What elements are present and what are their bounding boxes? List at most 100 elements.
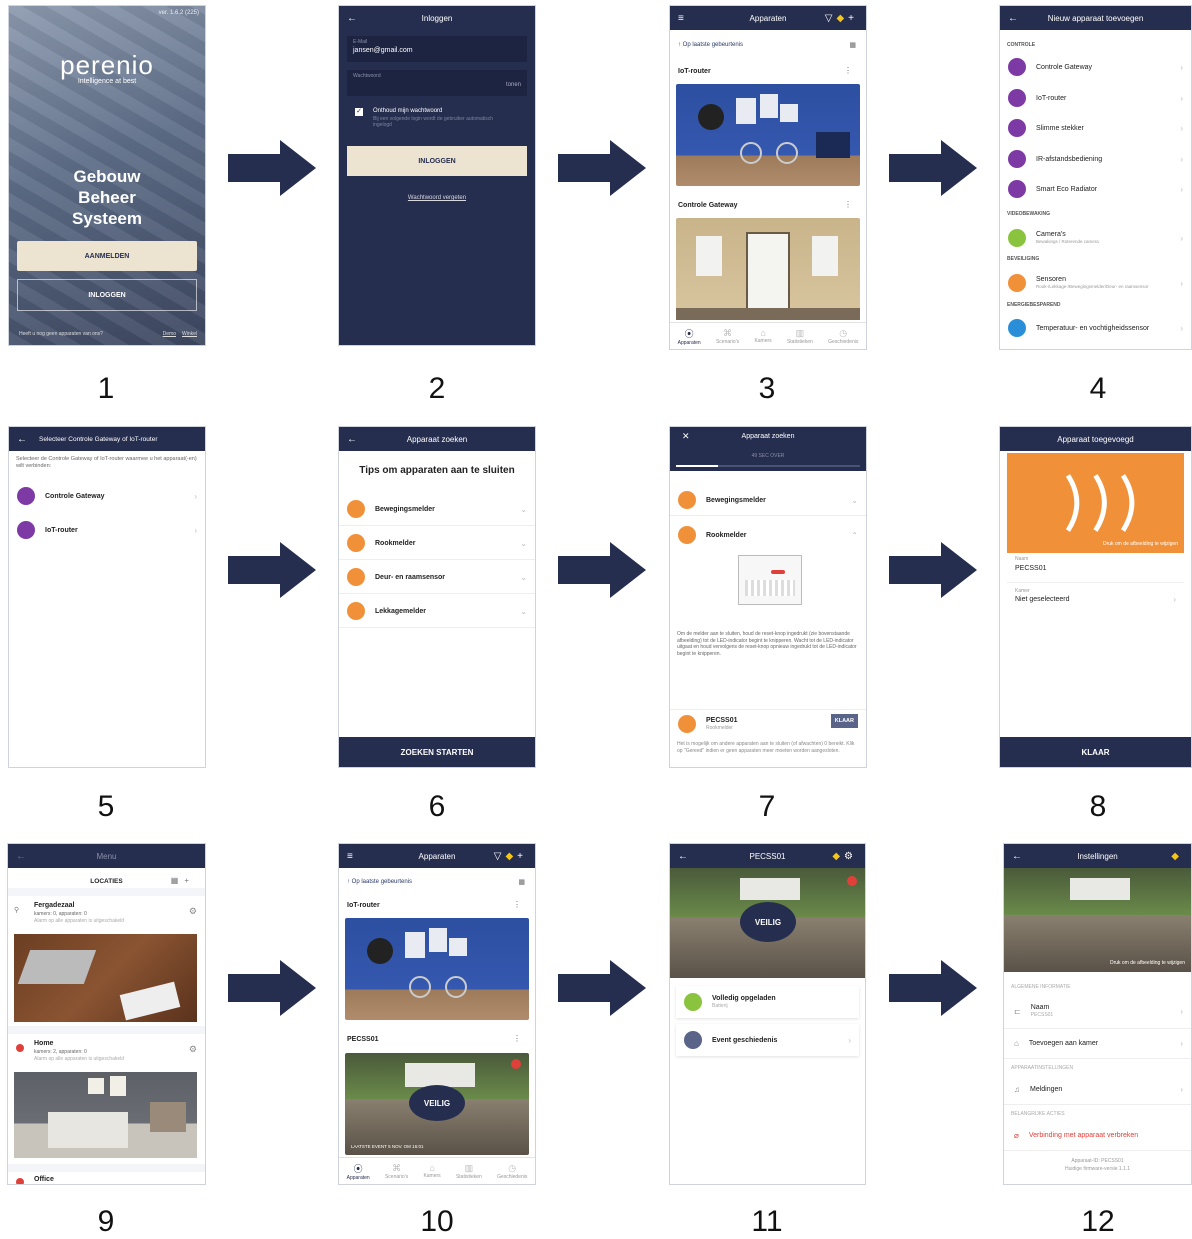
login-button[interactable]: INLOGGEN bbox=[17, 279, 197, 311]
event-history[interactable]: Event geschiedenis › bbox=[676, 1024, 859, 1056]
gear-icon[interactable]: ⚙ bbox=[189, 906, 197, 917]
kebab-icon[interactable]: ⋮ bbox=[844, 200, 852, 209]
header-actions[interactable]: ▽◆+ bbox=[825, 13, 858, 24]
forgot-password-link[interactable]: Wachtwoord vergeten bbox=[339, 195, 535, 201]
shop-link[interactable]: Winkel bbox=[182, 331, 197, 337]
flow-arrow bbox=[889, 140, 977, 196]
device-photo[interactable]: Druk om de afbeelding te wijzigen bbox=[1004, 868, 1191, 972]
header-actions[interactable]: ▦+ bbox=[171, 876, 195, 885]
back-icon[interactable]: ← bbox=[16, 851, 26, 862]
add-iot-router[interactable]: IoT-router › bbox=[1000, 83, 1191, 113]
step-number: 2 bbox=[428, 372, 446, 405]
disconnect-device[interactable]: ⌀ Verbinding met apparaat verbreken bbox=[1004, 1120, 1191, 1151]
room-icon: ⌂ bbox=[1014, 1038, 1019, 1048]
back-icon[interactable]: ← bbox=[347, 13, 357, 24]
name-setting[interactable]: ⊏ Naam PECSS01 › bbox=[1004, 994, 1191, 1029]
select-controle-gateway[interactable]: Controle Gateway › bbox=[9, 481, 205, 511]
screen-login: ← Inloggen E-Mail jansen@gmail.com Wachtw… bbox=[338, 5, 536, 346]
signup-button[interactable]: AANMELDEN bbox=[17, 241, 197, 271]
tab-rooms[interactable]: ⌂ Kamers bbox=[754, 328, 771, 344]
add-smart-plug[interactable]: Slimme stekker › bbox=[1000, 113, 1191, 143]
demo-link[interactable]: Demo bbox=[163, 331, 176, 337]
step-number: 4 bbox=[1089, 372, 1107, 405]
tab-scenarios[interactable]: ⌘ Scenario's bbox=[716, 328, 739, 345]
flow-arrow bbox=[228, 960, 316, 1016]
tip-motion-sensor[interactable]: Bewegingsmelder ⌄ bbox=[339, 493, 535, 526]
start-search-button[interactable]: ZOEKEN STARTEN bbox=[339, 737, 535, 767]
add-controle-gateway[interactable]: Controle Gateway › bbox=[1000, 52, 1191, 82]
tab-devices[interactable]: ⦿ Apparaten bbox=[678, 327, 701, 346]
tip-motion-sensor[interactable]: Bewegingsmelder ⌄ bbox=[670, 485, 866, 516]
device-image[interactable]: Druk om de afbeelding te wijzigen bbox=[1007, 453, 1184, 553]
notifications-setting[interactable]: ♫ Meldingen › bbox=[1004, 1074, 1191, 1105]
gear-icon[interactable]: ⚙ bbox=[189, 1044, 197, 1055]
device-photo[interactable] bbox=[676, 84, 860, 186]
back-icon[interactable]: ← bbox=[678, 851, 688, 862]
grid-icon[interactable]: ▦ bbox=[849, 41, 856, 49]
back-icon[interactable]: ← bbox=[1008, 13, 1018, 24]
location-card[interactable]: Home kamers: 2, apparaten: 0 Alarm op al… bbox=[8, 1034, 205, 1164]
step-number: 9 bbox=[97, 1205, 115, 1238]
login-submit-button[interactable]: INLOGGEN bbox=[347, 146, 527, 176]
device-photo[interactable] bbox=[345, 918, 529, 1020]
device-photo[interactable]: VEILIG LAATSTE EVENT 5 NOV. OM 16:01 bbox=[345, 1053, 529, 1155]
card-title: IoT-router bbox=[678, 68, 711, 75]
tab-statistics[interactable]: ▥ Statistieken bbox=[456, 1163, 482, 1180]
add-radiator[interactable]: Smart Eco Radiator › bbox=[1000, 174, 1191, 204]
add-sensors[interactable]: Sensoren Rook-/Lekkage-/Bewegingsmelder/D… bbox=[1000, 266, 1191, 300]
header-title: Apparaat zoeken bbox=[741, 433, 795, 440]
name-field[interactable]: Naam PECSS01 bbox=[1007, 553, 1184, 583]
menu-icon[interactable]: ≡ bbox=[347, 851, 353, 862]
tip-smoke-detector[interactable]: Rookmelder ⌃ bbox=[670, 520, 866, 550]
done-button[interactable]: KLAAR bbox=[830, 714, 858, 728]
step-number: 5 bbox=[97, 790, 115, 823]
header-title: Apparaat zoeken bbox=[406, 434, 468, 444]
sort-latest[interactable]: ↑ Op laatste gebeurtenis bbox=[678, 42, 743, 48]
tip-leak-sensor[interactable]: Lekkagemelder ⌄ bbox=[339, 595, 535, 628]
room-field[interactable]: Kamer Niet geselecteerd › bbox=[1007, 585, 1184, 615]
location-card[interactable]: Office bbox=[8, 1172, 205, 1184]
last-event: LAATSTE EVENT 5 NOV. OM 16:01 bbox=[351, 1144, 424, 1149]
tab-history[interactable]: ◷ Geschiedenis bbox=[828, 328, 858, 345]
device-photo[interactable]: VEILIG bbox=[670, 868, 865, 978]
tab-rooms[interactable]: ⌂ Kamers bbox=[423, 1163, 440, 1179]
sort-latest[interactable]: ↑ Op laatste gebeurtenis bbox=[347, 879, 412, 885]
screen-select-gateway: ← Selecteer Controle Gateway of IoT-route… bbox=[8, 426, 206, 768]
tab-statistics[interactable]: ▥ Statistieken bbox=[787, 328, 813, 345]
brand-logo: perenio bbox=[60, 50, 154, 80]
footer-text: Het is mogelijk om andere apparaten aan … bbox=[677, 741, 855, 754]
tip-smoke-detector[interactable]: Rookmelder ⌄ bbox=[339, 527, 535, 560]
step-number: 1 bbox=[97, 372, 115, 405]
location-card[interactable]: ⚲ Fergadezaal kamers: 0, apparaten: 0 Al… bbox=[8, 896, 205, 1026]
kebab-icon[interactable]: ⋮ bbox=[513, 1034, 521, 1043]
add-camera[interactable]: Camera's Bewakings / Roterende camera › bbox=[1000, 221, 1191, 255]
device-id: Apparaat-ID: PECSS01 bbox=[1071, 1158, 1124, 1164]
back-icon[interactable]: ← bbox=[17, 434, 27, 445]
back-icon[interactable]: ← bbox=[1012, 851, 1022, 862]
menu-icon[interactable]: ≡ bbox=[678, 13, 684, 24]
device-photo[interactable] bbox=[676, 218, 860, 320]
header-actions[interactable]: ◆⚙ bbox=[832, 851, 857, 862]
add-temp-sensor[interactable]: Temperatuur- en vochtigheidssensor › bbox=[1000, 313, 1191, 343]
password-field[interactable]: Wachtwoord tonen bbox=[347, 70, 527, 96]
grid-icon[interactable]: ▦ bbox=[518, 878, 525, 886]
remember-checkbox[interactable]: ✓ bbox=[355, 108, 363, 116]
header-title: Nieuw apparaat toevoegen bbox=[1047, 13, 1144, 23]
tab-history[interactable]: ◷ Geschiedenis bbox=[497, 1163, 527, 1180]
email-field[interactable]: E-Mail jansen@gmail.com bbox=[347, 36, 527, 62]
tip-door-window-sensor[interactable]: Deur- en raamsensor ⌄ bbox=[339, 561, 535, 594]
kebab-icon[interactable]: ⋮ bbox=[844, 66, 852, 75]
add-to-room[interactable]: ⌂ Toevoegen aan kamer › bbox=[1004, 1028, 1191, 1059]
select-iot-router[interactable]: IoT-router › bbox=[9, 515, 205, 545]
location-photo bbox=[14, 1072, 197, 1158]
notification-icon[interactable]: ◆ bbox=[1171, 851, 1183, 862]
show-password-toggle[interactable]: tonen bbox=[506, 82, 521, 88]
card-title: Controle Gateway bbox=[678, 202, 738, 209]
kebab-icon[interactable]: ⋮ bbox=[513, 900, 521, 909]
tab-devices[interactable]: ⦿ Apparaten bbox=[347, 1162, 370, 1181]
done-button[interactable]: KLAAR bbox=[1000, 737, 1191, 767]
tab-scenarios[interactable]: ⌘ Scenario's bbox=[385, 1163, 408, 1180]
back-icon[interactable]: ← bbox=[347, 434, 357, 445]
add-ir-remote[interactable]: IR-afstandsbediening › bbox=[1000, 144, 1191, 174]
header-actions[interactable]: ▽◆+ bbox=[494, 851, 527, 862]
